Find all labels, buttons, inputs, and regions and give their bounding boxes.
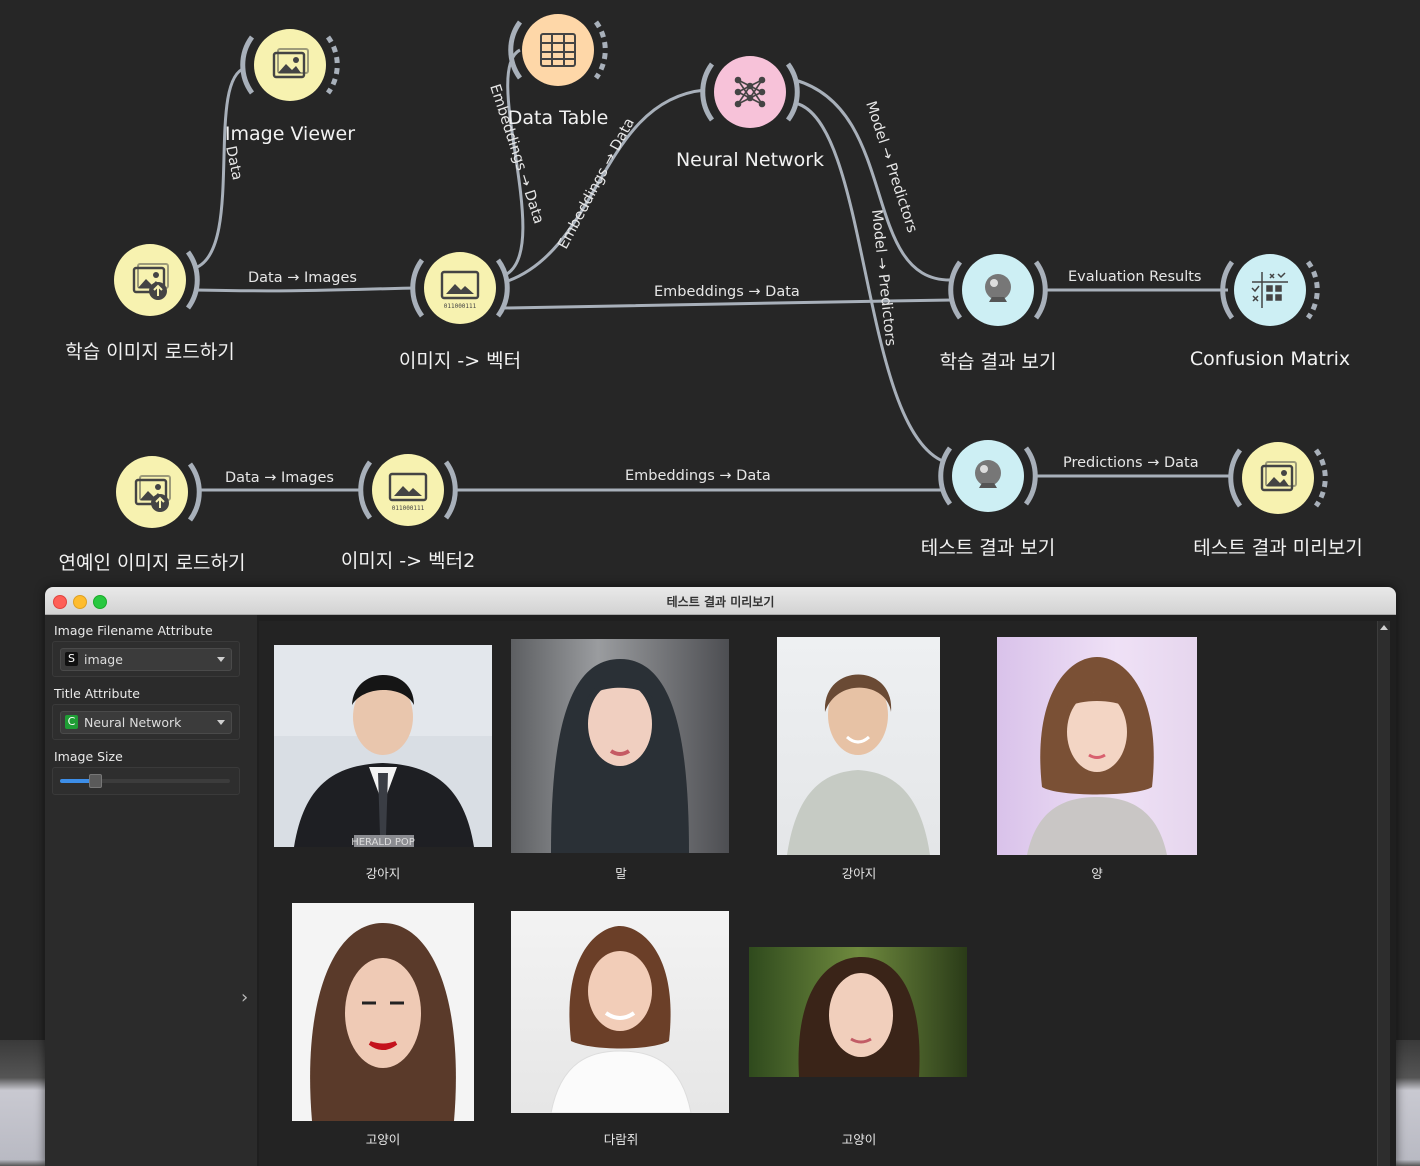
link-label-embeddings-data-nn: Embeddings → Data (555, 116, 638, 252)
thumbnail-item[interactable]: 강아지 (749, 637, 969, 881)
node-label-train-loader: 학습 이미지 로드하기 (65, 341, 235, 363)
link-label-data-images-1: Data → Images (248, 270, 357, 286)
title-attribute-select[interactable]: C Neural Network (60, 711, 232, 734)
thumbnail-caption: 양 (1091, 866, 1103, 881)
link-label-embeddings-data-test: Embeddings → Data (625, 468, 771, 484)
chevron-down-icon (217, 657, 225, 662)
window-title: 테스트 결과 미리보기 (666, 595, 775, 609)
vertical-scrollbar[interactable] (1377, 621, 1390, 1166)
portrait-graphic: HERALD POP (294, 675, 474, 847)
thumbnail-item[interactable]: HERALD POP 강아지 (273, 637, 493, 881)
title-attribute-label: Title Attribute (54, 686, 140, 701)
portrait-graphic (550, 926, 692, 1113)
node-train-image-loader[interactable] (114, 244, 200, 316)
link-label-model-predictors-2: Model → Predictors (868, 209, 898, 347)
link-label-data: Data (222, 145, 245, 182)
thumbnail-view[interactable]: HERALD POP 강아지 말 강아지 양 고양이 다람쥐 고양이 (259, 621, 1380, 1166)
workflow-links: Data Data → Images Embeddings → Data Emb… (114, 14, 1328, 528)
node-train-predictions[interactable] (948, 254, 1048, 326)
node-label-test-preview: 테스트 결과 미리보기 (1193, 537, 1363, 559)
thumbnail-item[interactable]: 말 (511, 637, 731, 881)
string-type-icon: S (65, 652, 78, 666)
image-size-label: Image Size (54, 749, 123, 764)
collapse-sidebar-icon[interactable]: › (241, 987, 248, 1008)
thumbnail-image (292, 903, 474, 1121)
node-image-embedder-1[interactable]: 011000111 (410, 252, 510, 324)
thumbnail-item[interactable]: 고양이 (273, 903, 493, 1147)
node-label-image-viewer: Image Viewer (224, 123, 356, 145)
node-label-train-results: 학습 결과 보기 (939, 351, 1057, 373)
node-image-embedder-2[interactable]: 011000111 (358, 454, 458, 526)
node-image-viewer[interactable] (240, 29, 340, 101)
filename-attribute-value: image (84, 652, 123, 667)
thumbnail-caption: 말 (615, 866, 627, 881)
thumbnail-image (511, 639, 729, 853)
node-data-table[interactable] (508, 14, 608, 86)
thumbnail-item[interactable]: 다람쥐 (511, 903, 731, 1147)
window-titlebar[interactable]: 테스트 결과 미리보기 (45, 587, 1396, 615)
image-viewer-window[interactable]: 테스트 결과 미리보기 Image Filename Attribute S i… (45, 587, 1396, 1166)
node-test-image-viewer[interactable] (1228, 442, 1328, 514)
node-label-neural-network: Neural Network (675, 149, 825, 171)
node-test-image-loader[interactable] (116, 456, 202, 528)
portrait-graphic (551, 659, 689, 853)
node-test-predictions[interactable] (938, 440, 1038, 512)
thumbnail-image (777, 637, 940, 855)
control-sidebar: Image Filename Attribute S image Title A… (45, 615, 257, 1166)
thumbnail-image (997, 637, 1197, 855)
node-label-test-loader: 연예인 이미지 로드하기 (58, 552, 246, 574)
portrait-graphic (798, 957, 920, 1077)
thumbnail-image (749, 947, 967, 1077)
thumbnail-item[interactable]: 고양이 (749, 903, 969, 1147)
background-window-edge (0, 1040, 45, 1166)
scroll-up-icon[interactable] (1380, 625, 1388, 630)
chevron-down-icon (217, 720, 225, 725)
portrait-graphic (787, 674, 930, 855)
thumbnail-item[interactable]: 양 (987, 637, 1207, 881)
thumbnail-image (511, 911, 729, 1113)
node-label-embedder-2: 이미지 -> 벡터2 (340, 550, 476, 572)
node-label-test-results: 테스트 결과 보기 (920, 537, 1056, 559)
filename-attribute-label: Image Filename Attribute (54, 623, 213, 638)
link-label-embeddings-data-table: Embeddings → Data (486, 82, 546, 226)
node-confusion-matrix[interactable] (1220, 254, 1320, 326)
link-label-embeddings-data-train: Embeddings → Data (654, 284, 800, 300)
image-size-slider-handle[interactable] (89, 774, 102, 788)
filename-attribute-box: S image (52, 641, 240, 677)
background-window-edge-right (1396, 1040, 1420, 1166)
thumbnail-caption: 강아지 (365, 866, 401, 881)
image-size-slider[interactable] (60, 774, 230, 788)
link-label-data-images-2: Data → Images (225, 470, 334, 486)
link-label-evaluation-results: Evaluation Results (1068, 269, 1201, 285)
node-label-embedder-1: 이미지 -> 벡터 (398, 350, 522, 372)
node-label-confusion-matrix: Confusion Matrix (1189, 348, 1351, 370)
node-label-data-table: Data Table (507, 107, 609, 129)
node-neural-network[interactable] (700, 56, 800, 128)
image-size-box (52, 767, 240, 795)
svg-text:HERALD POP: HERALD POP (351, 837, 415, 847)
thumbnail-caption: 고양이 (365, 1132, 401, 1147)
portrait-graphic (1027, 657, 1167, 855)
filename-attribute-select[interactable]: S image (60, 648, 232, 671)
title-attribute-box: C Neural Network (52, 704, 240, 740)
workflow-canvas[interactable]: Data Data → Images Embeddings → Data Emb… (0, 0, 1420, 590)
link-label-predictions-data: Predictions → Data (1063, 455, 1199, 471)
categorical-type-icon: C (65, 715, 78, 729)
thumbnail-caption: 고양이 (841, 1132, 877, 1147)
thumbnail-caption: 다람쥐 (603, 1132, 639, 1147)
title-attribute-value: Neural Network (84, 715, 182, 730)
portrait-graphic (310, 923, 456, 1121)
thumbnail-image: HERALD POP (274, 645, 492, 847)
thumbnail-caption: 강아지 (841, 866, 877, 881)
svg-text:011000111: 011000111 (392, 505, 425, 512)
svg-text:011000111: 011000111 (444, 303, 477, 310)
